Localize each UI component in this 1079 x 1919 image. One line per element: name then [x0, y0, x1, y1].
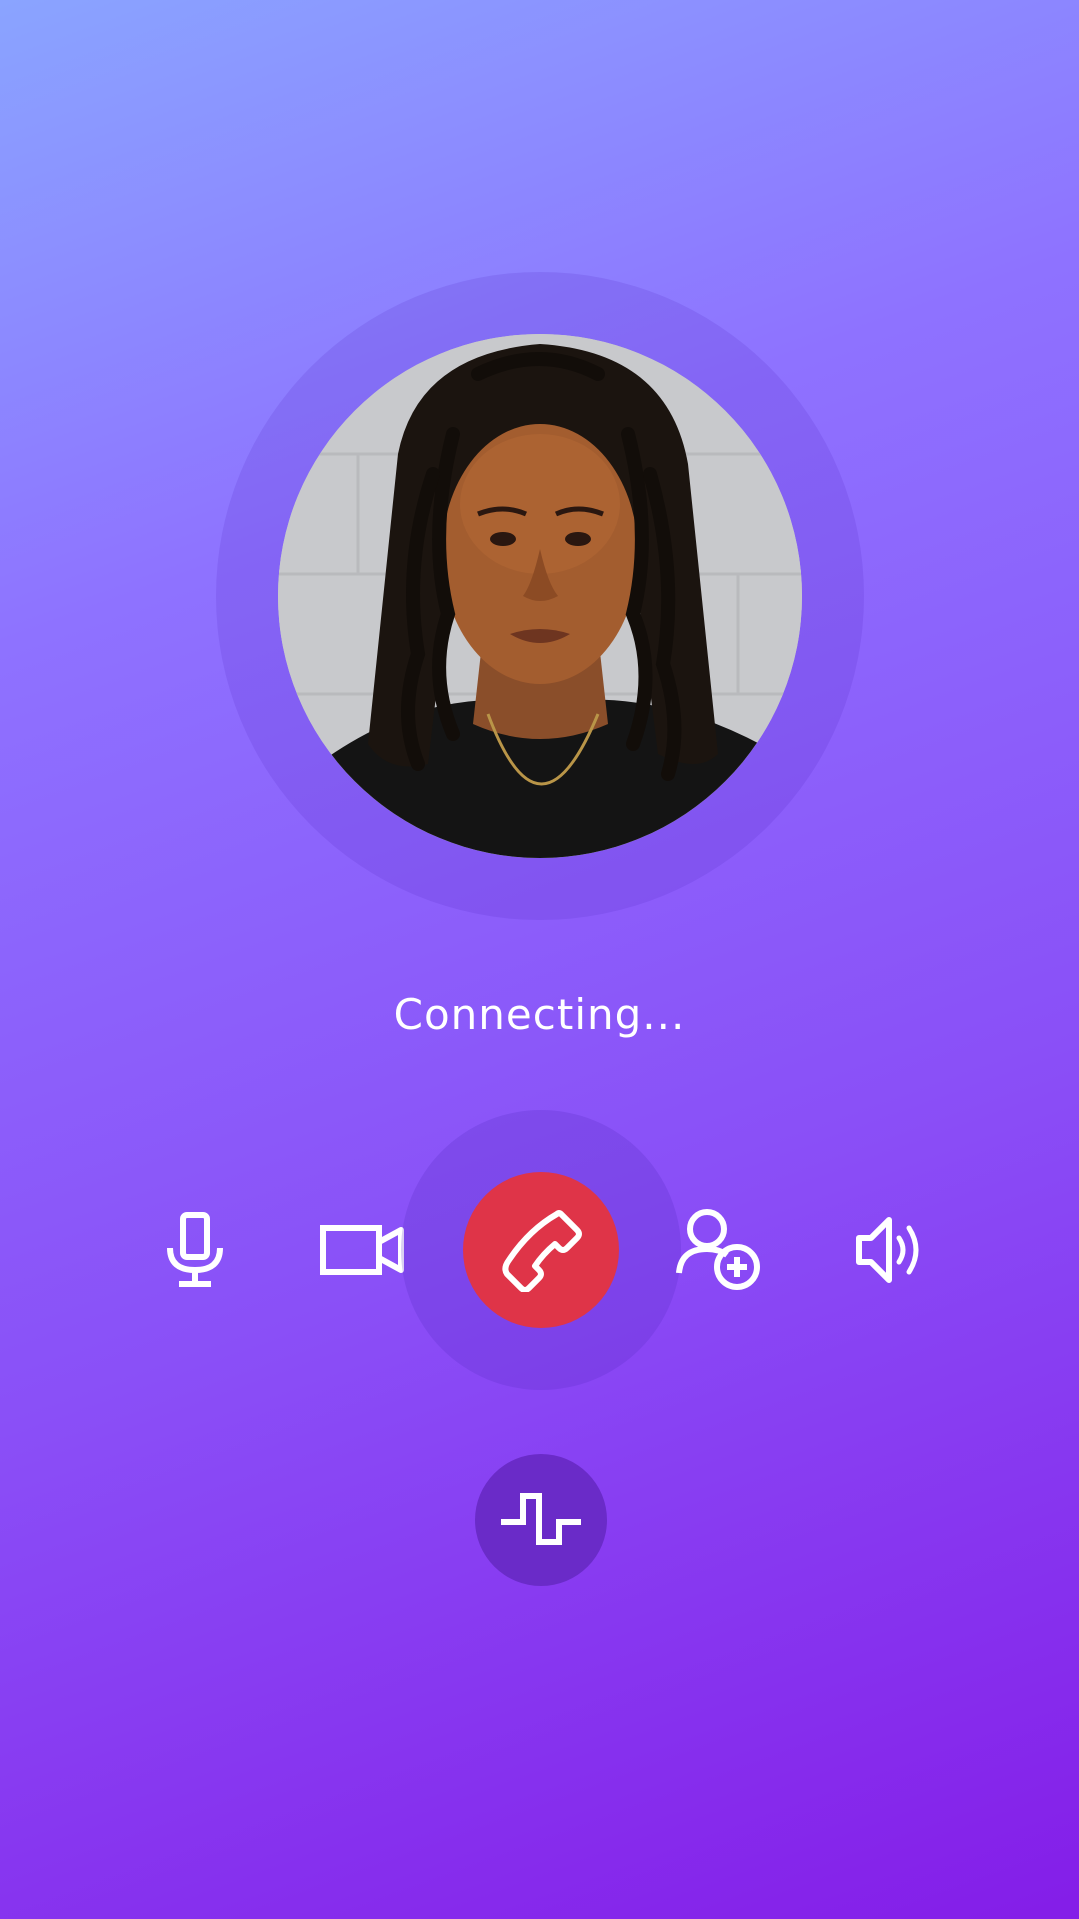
video-button[interactable] [312, 1210, 412, 1290]
speaker-icon [856, 1217, 919, 1283]
keypad-tone-button[interactable] [475, 1454, 607, 1586]
speaker-button[interactable] [840, 1205, 940, 1295]
microphone-icon [167, 1212, 223, 1287]
add-participant-button[interactable] [670, 1200, 770, 1300]
pulse-wave-icon [501, 1493, 581, 1545]
video-camera-icon [320, 1225, 404, 1275]
end-call-button[interactable] [463, 1172, 619, 1328]
phone-hangup-icon [502, 1210, 582, 1292]
call-screen: Connecting... [0, 0, 1079, 1919]
mute-button[interactable] [150, 1200, 240, 1300]
add-person-icon [676, 1209, 760, 1290]
caller-avatar [278, 334, 802, 858]
call-status-text: Connecting... [393, 990, 686, 1039]
